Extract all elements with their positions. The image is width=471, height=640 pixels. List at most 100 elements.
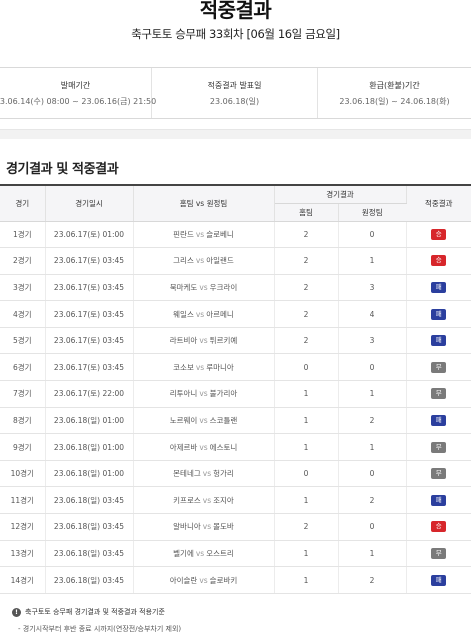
game-datetime: 23.06.17(토) 03:45: [45, 274, 134, 302]
away-team: 슬로바키: [209, 575, 238, 585]
away-score: 4: [338, 300, 407, 328]
game-number: 9경기: [0, 433, 46, 461]
game-number: 14경기: [0, 566, 46, 594]
sale-period-value: 23.06.14(수) 08:00 ~ 23.06.16(금) 21:50: [0, 96, 157, 106]
away-team: 우크라이: [209, 282, 238, 292]
home-team: 라트비아: [169, 336, 198, 346]
table-row: 3경기 23.06.17(토) 03:45 북마케도 vs 우크라이 2 3 패: [0, 274, 471, 302]
match-cell: 코소보 vs 루마니아: [133, 353, 275, 382]
home-team: 북마케도: [169, 282, 198, 292]
table-row: 10경기 23.06.18(일) 01:00 몬테네그 vs 헝가리 0 0 무: [0, 460, 471, 488]
result-badge: 무: [431, 388, 447, 400]
away-team: 오스트리: [206, 548, 234, 558]
hit-result-cell: 무: [406, 380, 471, 408]
hit-result-cell: 무: [406, 433, 471, 461]
header-datetime: 경기일시: [45, 185, 134, 222]
match-cell: 알바니아 vs 몰도바: [133, 513, 275, 541]
game-number: 7경기: [0, 380, 46, 408]
match-cell: 아이슬란 vs 슬로바키: [133, 566, 275, 594]
header-match: 홈팀 vs 원정팀: [133, 185, 275, 222]
game-datetime: 23.06.18(일) 01:00: [45, 460, 134, 488]
vs-label: vs: [199, 575, 208, 585]
refund-period-label: 환급(환불)기간: [369, 80, 420, 90]
vs-label: vs: [195, 256, 205, 266]
away-score: 1: [338, 247, 407, 275]
home-score: 1: [274, 486, 339, 515]
result-badge: 무: [431, 468, 447, 480]
header-home-score: 홈팀: [274, 203, 339, 222]
game-number: 11경기: [0, 486, 46, 515]
home-score: 2: [274, 247, 339, 275]
vs-label: vs: [202, 522, 212, 532]
away-score: 2: [338, 407, 407, 435]
home-team: 아제르바: [169, 442, 198, 452]
away-team: 에스토니: [209, 442, 238, 452]
away-team: 몰도바: [213, 522, 234, 532]
game-datetime: 23.06.17(토) 01:00: [45, 221, 134, 249]
result-badge: 무: [431, 441, 447, 453]
away-score: 2: [338, 566, 407, 594]
home-team: 아이슬란: [169, 575, 198, 585]
table-row: 11경기 23.06.18(일) 03:45 키프로스 vs 조지아 1 2 패: [0, 486, 471, 515]
away-team: 스코틀랜: [209, 415, 238, 425]
table-row: 7경기 23.06.17(토) 22:00 리투아니 vs 불가리아 1 1 무: [0, 380, 471, 408]
game-datetime: 23.06.18(일) 01:00: [45, 407, 134, 435]
match-cell: 아제르바 vs 에스토니: [133, 433, 275, 461]
vs-label: vs: [195, 309, 205, 319]
result-badge: 승: [431, 255, 447, 267]
home-score: 1: [274, 433, 339, 461]
match-cell: 키프로스 vs 조지아: [133, 486, 275, 515]
vs-label: vs: [199, 415, 208, 425]
result-badge: 패: [431, 335, 447, 347]
notice: ! 축구토토 승무패 경기결과 및 적중결과 적용기준: [12, 607, 165, 617]
home-team: 그리스: [173, 256, 194, 266]
result-badge: 패: [431, 574, 447, 586]
table-row: 13경기 23.06.18(일) 03:45 벨기에 vs 오스트리 1 1 무: [0, 540, 471, 568]
game-datetime: 23.06.17(토) 22:00: [45, 380, 134, 408]
announce-date-value: 23.06.18(일): [209, 96, 260, 106]
game-number: 4경기: [0, 300, 46, 328]
match-cell: 북마케도 vs 우크라이: [133, 274, 275, 302]
match-cell: 라트비아 vs 튀르키예: [133, 327, 275, 355]
vs-label: vs: [199, 389, 208, 399]
match-cell: 핀란드 vs 슬로베니: [133, 221, 275, 249]
announce-date-label: 적중결과 발표일: [207, 80, 262, 90]
announce-date-cell: 적중결과 발표일 23.06.18(일): [152, 68, 318, 118]
hit-result-cell: 무: [406, 460, 471, 488]
table-row: 2경기 23.06.17(토) 03:45 그리스 vs 아일랜드 2 1 승: [0, 247, 471, 275]
table-row: 8경기 23.06.18(일) 01:00 노르웨이 vs 스코틀랜 1 2 패: [0, 407, 471, 435]
match-cell: 그리스 vs 아일랜드: [133, 247, 275, 275]
table-row: 12경기 23.06.18(일) 03:45 알바니아 vs 몰도바 2 0 승: [0, 513, 471, 541]
vs-label: vs: [195, 229, 205, 239]
home-team: 핀란드: [173, 229, 194, 239]
vs-label: vs: [202, 495, 212, 505]
game-datetime: 23.06.17(토) 03:45: [45, 353, 134, 382]
away-score: 0: [338, 353, 407, 382]
home-team: 벨기에: [173, 548, 194, 558]
away-team: 헝가리: [213, 469, 234, 479]
vs-label: vs: [199, 336, 208, 346]
game-number: 10경기: [0, 460, 46, 488]
vs-label: vs: [195, 362, 205, 372]
sale-period-cell: 발매기간 23.06.14(수) 08:00 ~ 23.06.16(금) 21:…: [0, 68, 156, 118]
result-badge: 무: [431, 547, 447, 559]
game-datetime: 23.06.18(일) 03:45: [45, 513, 134, 541]
page-title: 적중결과: [199, 0, 272, 22]
game-datetime: 23.06.17(토) 03:45: [45, 247, 134, 275]
home-score: 1: [274, 540, 339, 568]
hit-result-cell: 패: [406, 566, 471, 594]
results-table: 경기 경기일시 홈팀 vs 원정팀 경기결과 적중결과 홈팀 원정팀 1경기 23…: [0, 184, 471, 594]
home-team: 노르웨이: [169, 415, 198, 425]
vs-label: vs: [199, 442, 208, 452]
home-score: 1: [274, 566, 339, 594]
game-datetime: 23.06.17(토) 03:45: [45, 300, 134, 328]
home-score: 1: [274, 407, 339, 435]
home-score: 1: [274, 380, 339, 408]
refund-period-value: 23.06.18(일) ~ 24.06.18(화): [339, 96, 450, 106]
away-team: 아르메니: [206, 309, 234, 319]
away-score: 1: [338, 540, 407, 568]
table-row: 5경기 23.06.17(토) 03:45 라트비아 vs 튀르키예 2 3 패: [0, 327, 471, 355]
game-datetime: 23.06.18(일) 03:45: [45, 540, 134, 568]
vs-label: vs: [199, 282, 208, 292]
home-team: 키프로스: [173, 495, 201, 505]
